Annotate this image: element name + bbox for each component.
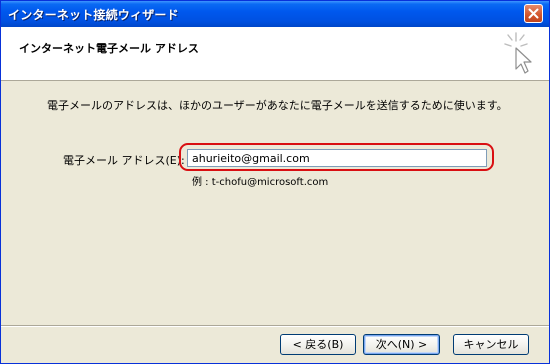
next-button[interactable]: 次へ(N) > [363,334,440,355]
back-button[interactable]: < 戻る(B) [280,334,356,355]
page-title: インターネット電子メール アドレス [19,42,199,55]
title-bar[interactable]: インターネット接続ウィザード [1,1,549,27]
email-example-text: 例 : t-chofu@microsoft.com [192,177,329,188]
wizard-header: インターネット電子メール アドレス [1,27,549,81]
window-title: インターネット接続ウィザード [8,8,179,22]
close-button[interactable] [524,4,543,23]
wizard-cursor-icon [504,32,532,74]
cancel-button[interactable]: キャンセル [453,334,529,355]
description-text: 電子メールのアドレスは、ほかのユーザーがあなたに電子メールを送信するために使いま… [47,99,508,112]
email-address-input[interactable] [187,149,487,167]
wizard-window: インターネット接続ウィザード インターネット電子メール アドレス 電子メールのア… [0,0,550,364]
close-icon [528,8,539,19]
footer-divider [1,325,549,327]
email-address-label: 電子メール アドレス(E): [63,154,185,167]
